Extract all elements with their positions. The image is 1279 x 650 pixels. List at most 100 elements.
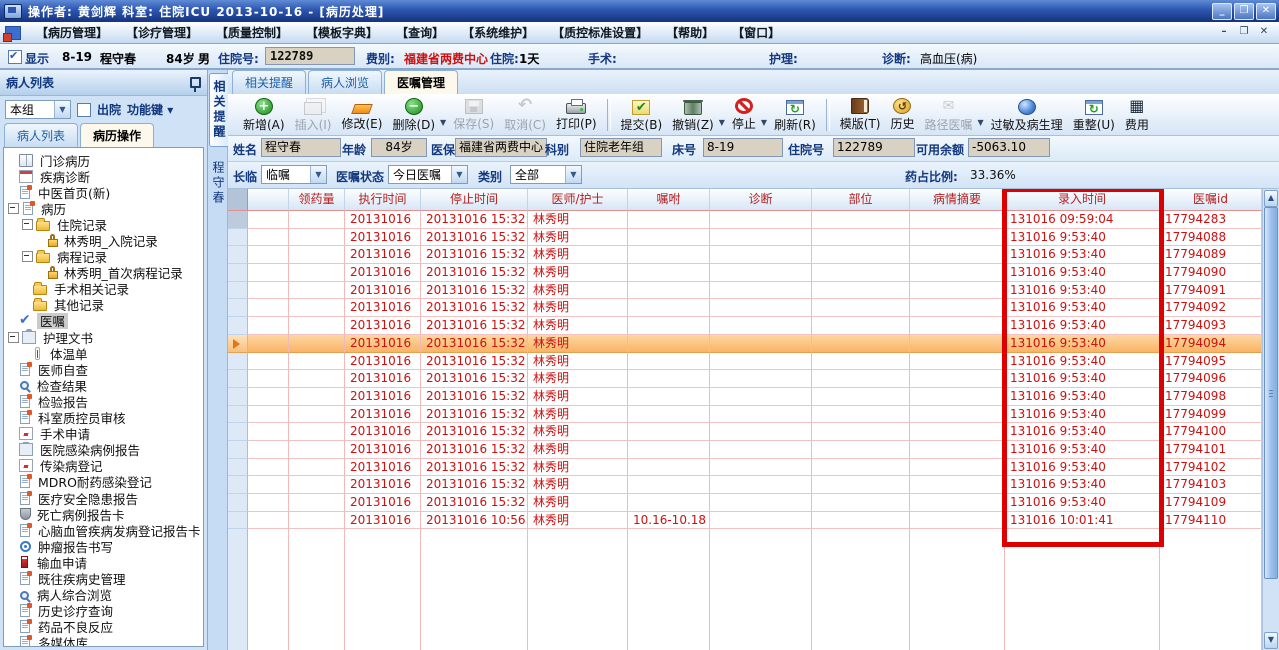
allergy-pathophysiology-button[interactable]: 过敏及病生理	[986, 96, 1068, 134]
cell-exec-time[interactable]: 20131016	[345, 299, 421, 318]
cell-dispense-qty[interactable]	[289, 317, 345, 335]
cell-instruction[interactable]	[628, 494, 710, 512]
cell-order-id[interactable]: 17794109	[1160, 494, 1262, 512]
cell-blank[interactable]	[248, 299, 289, 318]
cell-blank[interactable]	[248, 511, 289, 530]
cell-doctor-nurse[interactable]: 林秀明	[528, 352, 628, 371]
cell-doctor-nurse[interactable]: 林秀明	[528, 334, 628, 353]
cell-stop-time[interactable]: 20131016 10:56:00	[421, 511, 528, 530]
cell-indicator[interactable]	[228, 228, 248, 247]
cell-dispense-qty[interactable]	[289, 246, 345, 265]
cell-dispense-qty[interactable]	[289, 211, 345, 229]
cell-diagnosis[interactable]	[710, 264, 812, 282]
tree-item-medical-record[interactable]: 病历	[8, 200, 203, 216]
group-select[interactable]: 本组 ▼	[5, 100, 71, 119]
cell-diagnosis[interactable]	[710, 387, 812, 406]
cell-order-id[interactable]: 17794094	[1160, 334, 1262, 353]
cell-dispense-qty[interactable]	[289, 370, 345, 388]
tree-item-patient-comprehensive-view[interactable]: 病人综合浏览	[8, 587, 203, 603]
tree-item-surgery-application[interactable]: 手术申请	[8, 426, 203, 442]
cell-order-id[interactable]: 17794089	[1160, 246, 1262, 265]
show-checkbox[interactable]	[8, 49, 22, 64]
cell-instruction[interactable]	[628, 299, 710, 318]
cell-doctor-nurse[interactable]: 林秀明	[528, 387, 628, 406]
cell-exec-time[interactable]: 20131016	[345, 405, 421, 424]
cell-diagnosis[interactable]	[710, 423, 812, 441]
cell-doctor-nurse[interactable]: 林秀明	[528, 440, 628, 459]
tree-item-multimedia-library[interactable]: 多媒体库	[8, 635, 203, 646]
cell-instruction[interactable]	[628, 264, 710, 282]
cell-exec-time[interactable]: 20131016	[345, 494, 421, 512]
tree-item-temperature-chart[interactable]: 体温单	[8, 345, 203, 361]
cell-stop-time[interactable]: 20131016 15:32:00	[421, 211, 528, 229]
column-header-dispense-qty[interactable]: 领药量	[289, 189, 345, 211]
cell-doctor-nurse[interactable]: 林秀明	[528, 511, 628, 530]
tree-item-death-case-report-card[interactable]: 死亡病例报告卡	[8, 506, 203, 522]
cell-stop-time[interactable]: 20131016 15:32:00	[421, 228, 528, 247]
cell-dispense-qty[interactable]	[289, 423, 345, 441]
cell-stop-time[interactable]: 20131016 15:32:00	[421, 370, 528, 388]
cell-instruction[interactable]	[628, 458, 710, 477]
cell-order-id[interactable]: 17794101	[1160, 440, 1262, 459]
menu-item-query[interactable]: 【查询】	[389, 21, 451, 44]
cell-doctor-nurse[interactable]: 林秀明	[528, 370, 628, 388]
dropdown-arrow-icon[interactable]: ▼	[978, 118, 984, 127]
cell-blank[interactable]	[248, 494, 289, 512]
cell-doctor-nurse[interactable]: 林秀明	[528, 281, 628, 300]
cell-instruction[interactable]	[628, 440, 710, 459]
restore-button[interactable]: ❐	[1234, 2, 1254, 20]
cell-body-part[interactable]	[812, 458, 910, 477]
cell-indicator[interactable]	[228, 246, 248, 265]
template-button[interactable]: 模版(T)	[835, 96, 886, 134]
cell-condition-summary[interactable]	[910, 211, 1005, 229]
cell-order-id[interactable]: 17794103	[1160, 476, 1262, 494]
print-button[interactable]: 打印(P)	[551, 96, 602, 134]
tree-expander-icon[interactable]	[8, 202, 19, 214]
cell-body-part[interactable]	[812, 228, 910, 247]
cell-entry-time[interactable]: 131016 10:01:41	[1005, 511, 1160, 530]
scrollbar-thumb[interactable]	[1264, 207, 1278, 579]
cell-blank[interactable]	[248, 423, 289, 441]
cell-condition-summary[interactable]	[910, 458, 1005, 477]
cell-condition-summary[interactable]	[910, 246, 1005, 265]
cell-diagnosis[interactable]	[710, 281, 812, 300]
cell-blank[interactable]	[248, 211, 289, 229]
cell-entry-time[interactable]: 131016 9:53:40	[1005, 458, 1160, 477]
cell-doctor-nurse[interactable]: 林秀明	[528, 423, 628, 441]
cell-blank[interactable]	[248, 405, 289, 424]
cell-exec-time[interactable]: 20131016	[345, 511, 421, 530]
cell-doctor-nurse[interactable]: 林秀明	[528, 299, 628, 318]
cell-entry-time[interactable]: 131016 9:53:40	[1005, 352, 1160, 371]
cell-blank[interactable]	[248, 317, 289, 335]
cell-blank[interactable]	[248, 228, 289, 247]
fee-button[interactable]: ▦ 费用	[1120, 96, 1154, 134]
cell-doctor-nurse[interactable]: 林秀明	[528, 476, 628, 494]
cell-exec-time[interactable]: 20131016	[345, 281, 421, 300]
cell-dispense-qty[interactable]	[289, 387, 345, 406]
tab-related-reminders[interactable]: 相关提醒	[232, 70, 307, 94]
mdi-restore-button[interactable]: ❐	[1237, 26, 1251, 39]
tree-item-physician-self-check[interactable]: 医师自查	[8, 361, 203, 377]
tree-item-exam-results[interactable]: 检查结果	[8, 377, 203, 393]
cell-body-part[interactable]	[812, 440, 910, 459]
menu-item-window[interactable]: 【窗口】	[725, 21, 787, 44]
tree-item-past-disease-history[interactable]: 既往疾病史管理	[8, 570, 203, 587]
cell-indicator[interactable]	[228, 370, 248, 388]
sidebar-tab-record-operations[interactable]: 病历操作	[80, 123, 155, 147]
cell-entry-time[interactable]: 131016 9:53:40	[1005, 370, 1160, 388]
tree-item-first-progress-note-linxiuming[interactable]: 林秀明_首次病程记录	[8, 265, 203, 281]
cell-body-part[interactable]	[812, 264, 910, 282]
cell-stop-time[interactable]: 20131016 15:32:00	[421, 264, 528, 282]
cell-stop-time[interactable]: 20131016 15:32:00	[421, 352, 528, 371]
cell-stop-time[interactable]: 20131016 15:32:00	[421, 423, 528, 441]
cell-diagnosis[interactable]	[710, 511, 812, 530]
stop-button[interactable]: 停止	[727, 96, 761, 134]
cell-doctor-nurse[interactable]: 林秀明	[528, 458, 628, 477]
add-button[interactable]: + 新增(A)	[238, 96, 290, 134]
menu-item-quality-control[interactable]: 【质量控制】	[209, 21, 295, 44]
cell-stop-time[interactable]: 20131016 15:32:00	[421, 246, 528, 265]
cell-doctor-nurse[interactable]: 林秀明	[528, 228, 628, 247]
table-row[interactable]: 2013101620131016 15:32:00林秀明 131016 09:59…	[228, 211, 1279, 229]
cell-condition-summary[interactable]	[910, 494, 1005, 512]
cell-instruction[interactable]	[628, 228, 710, 247]
